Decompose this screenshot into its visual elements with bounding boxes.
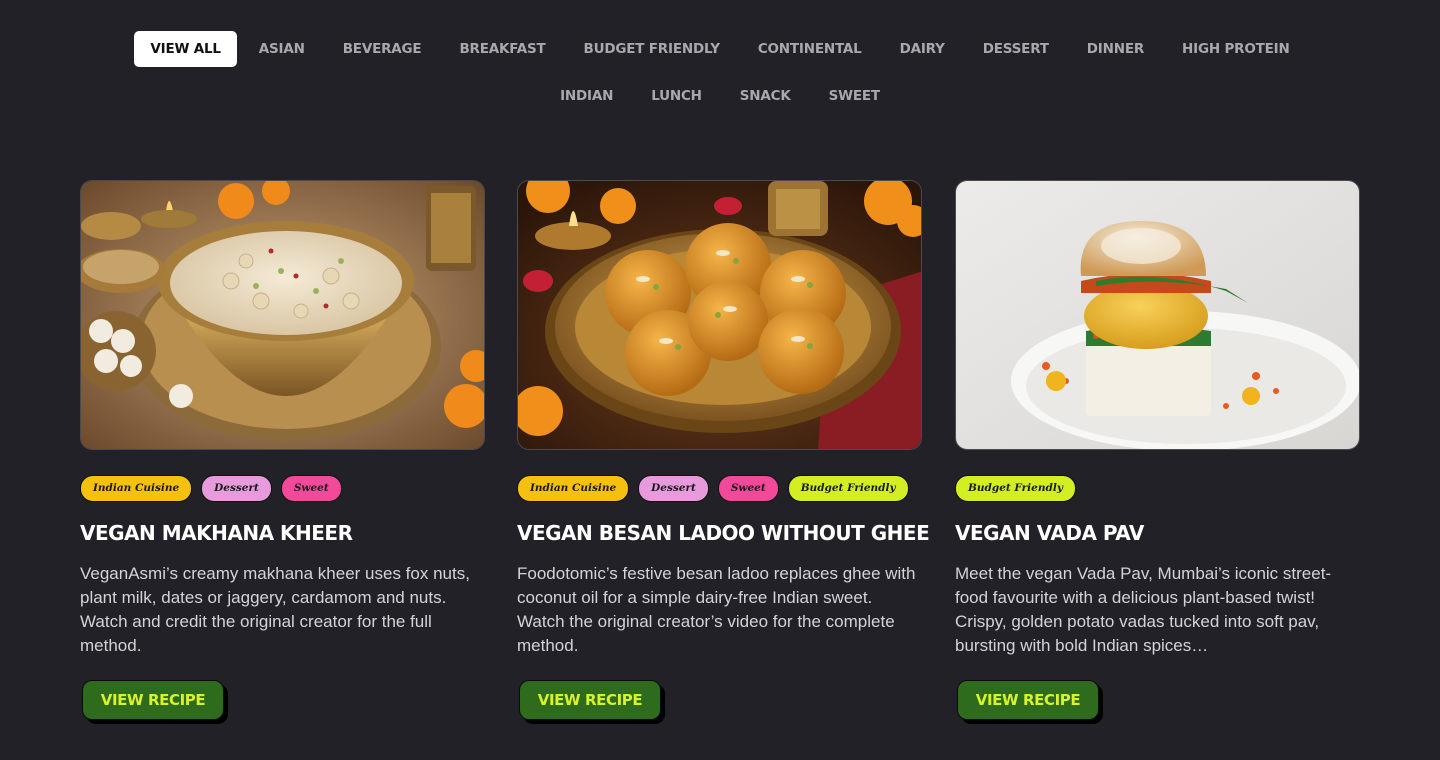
recipe-title[interactable]: VEGAN MAKHANA KHEER	[80, 521, 485, 545]
recipe-card: Indian Cuisine Dessert Sweet Budget Frie…	[517, 180, 930, 720]
bowl-of-kheer-photo	[81, 181, 484, 449]
filter-snack[interactable]: SNACK	[724, 78, 807, 114]
tag-dessert[interactable]: Dessert	[638, 475, 709, 502]
recipe-card: Budget Friendly VEGAN VADA PAV Meet the …	[955, 180, 1360, 720]
tag-dessert[interactable]: Dessert	[201, 475, 272, 502]
filter-high-protein[interactable]: HIGH PROTEIN	[1166, 31, 1306, 67]
tag-indian-cuisine[interactable]: Indian Cuisine	[80, 475, 193, 502]
tag-list: Indian Cuisine Dessert Sweet	[80, 475, 485, 502]
filter-indian[interactable]: INDIAN	[544, 78, 629, 114]
vada-pav-photo	[956, 181, 1359, 449]
plate-of-ladoos-photo	[518, 181, 921, 449]
recipe-title[interactable]: VEGAN BESAN LADOO WITHOUT GHEE	[517, 521, 930, 545]
filter-continental[interactable]: CONTINENTAL	[742, 31, 878, 67]
filter-beverage[interactable]: BEVERAGE	[327, 31, 438, 67]
filter-lunch[interactable]: LUNCH	[635, 78, 718, 114]
tag-sweet[interactable]: Sweet	[280, 475, 342, 502]
recipe-title[interactable]: VEGAN VADA PAV	[955, 521, 1360, 545]
recipe-image-besan-ladoo[interactable]	[517, 180, 922, 450]
filter-breakfast[interactable]: BREAKFAST	[443, 31, 561, 67]
recipe-description: Foodotomic’s festive besan ladoo replace…	[517, 564, 916, 655]
tag-list: Indian Cuisine Dessert Sweet Budget Frie…	[517, 475, 922, 502]
filter-sweet[interactable]: SWEET	[813, 78, 896, 114]
filter-dinner[interactable]: DINNER	[1071, 31, 1160, 67]
tag-list: Budget Friendly	[955, 475, 1360, 502]
filter-budget-friendly[interactable]: BUDGET FRIENDLY	[568, 31, 736, 67]
view-recipe-button[interactable]: VIEW RECIPE	[519, 680, 661, 720]
filter-asian[interactable]: ASIAN	[243, 31, 321, 67]
filter-dairy[interactable]: DAIRY	[884, 31, 961, 67]
tag-budget-friendly[interactable]: Budget Friendly	[955, 475, 1076, 502]
recipe-description: Meet the vegan Vada Pav, Mumbai’s iconic…	[955, 564, 1332, 655]
recipe-description: VeganAsmi’s creamy makhana kheer uses fo…	[80, 564, 470, 655]
tag-budget-friendly[interactable]: Budget Friendly	[787, 475, 909, 502]
recipe-image-makhana-kheer[interactable]	[80, 180, 485, 450]
recipe-card: Indian Cuisine Dessert Sweet VEGAN MAKHA…	[80, 180, 485, 720]
tag-sweet[interactable]: Sweet	[717, 475, 779, 502]
filter-view-all[interactable]: VIEW ALL	[134, 31, 237, 67]
tag-indian-cuisine[interactable]: Indian Cuisine	[517, 475, 630, 502]
view-recipe-button[interactable]: VIEW RECIPE	[957, 680, 1099, 720]
filter-dessert[interactable]: DESSERT	[967, 31, 1065, 67]
recipe-image-vada-pav[interactable]	[955, 180, 1360, 450]
category-filter-bar: VIEW ALL ASIAN BEVERAGE BREAKFAST BUDGET…	[0, 31, 1440, 114]
view-recipe-button[interactable]: VIEW RECIPE	[82, 680, 224, 720]
